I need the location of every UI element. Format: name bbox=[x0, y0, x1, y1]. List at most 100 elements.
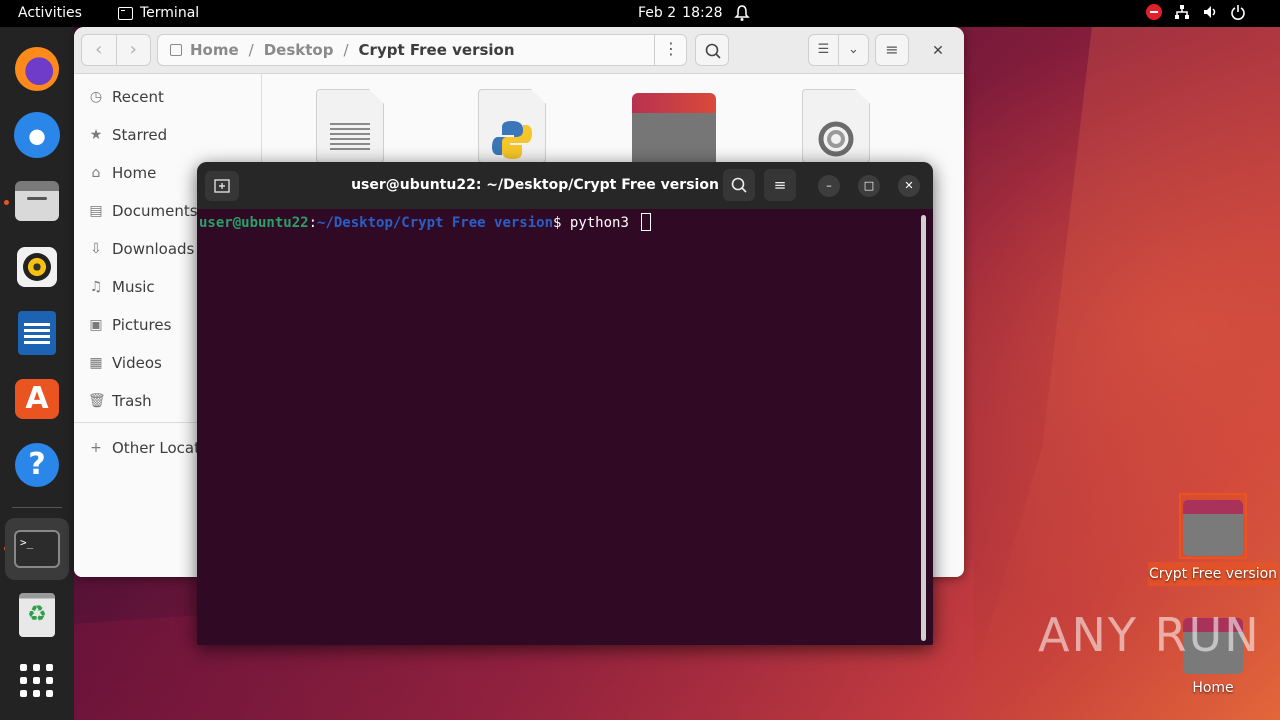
file-item-json[interactable] bbox=[802, 89, 870, 163]
home-icon: ⌂ bbox=[91, 165, 101, 181]
close-button[interactable]: ✕ bbox=[926, 39, 950, 63]
file-item-folder[interactable] bbox=[632, 93, 716, 169]
app-name: Terminal bbox=[140, 5, 200, 21]
path-segment-home[interactable]: Home bbox=[190, 41, 239, 59]
files-icon bbox=[15, 181, 59, 221]
trash-icon: 🗑 bbox=[88, 393, 106, 409]
download-icon: ⇩ bbox=[90, 241, 102, 257]
sidebar-item-other-locations[interactable]: + Other Locat bbox=[88, 433, 200, 463]
prompt-path: ~/Desktop/Crypt Free version bbox=[317, 215, 554, 231]
file-item-python[interactable] bbox=[478, 89, 546, 163]
home-icon bbox=[170, 44, 182, 56]
do-not-disturb-icon[interactable] bbox=[1146, 4, 1162, 20]
typed-command: python3 bbox=[569, 215, 638, 231]
path-segment-current[interactable]: Crypt Free version bbox=[359, 41, 515, 59]
sidebar-item-label: Videos bbox=[112, 354, 162, 372]
network-icon[interactable] bbox=[1174, 4, 1190, 20]
view-options-button[interactable]: ⌄ bbox=[838, 35, 868, 65]
path-segment-desktop[interactable]: Desktop bbox=[264, 41, 334, 59]
sidebar-item-trash[interactable]: 🗑 Trash bbox=[88, 386, 152, 416]
sidebar-item-home[interactable]: ⌂ Home bbox=[88, 158, 157, 188]
app-center-icon: A bbox=[15, 379, 59, 419]
forward-button[interactable]: › bbox=[115, 35, 151, 65]
back-button[interactable]: ‹ bbox=[82, 35, 116, 65]
terminal-icon bbox=[118, 6, 133, 20]
dock: A ? >_ ♻ bbox=[0, 27, 74, 720]
running-indicator bbox=[4, 200, 9, 205]
power-icon[interactable] bbox=[1230, 4, 1246, 20]
desktop-icon-crypt-folder[interactable]: Crypt Free version bbox=[1148, 500, 1278, 586]
terminal-menu-button[interactable]: ≡ bbox=[764, 169, 796, 201]
new-tab-icon bbox=[214, 179, 230, 193]
terminal-output[interactable]: user@ubuntu22:~/Desktop/Crypt Free versi… bbox=[199, 209, 919, 645]
notification-bell-icon[interactable] bbox=[734, 4, 750, 22]
close-button[interactable]: ✕ bbox=[898, 175, 920, 197]
sidebar-item-label: Downloads bbox=[112, 240, 195, 258]
dock-help[interactable]: ? bbox=[12, 440, 62, 490]
dock-files[interactable] bbox=[12, 176, 62, 226]
clock[interactable]: Feb 2 18:28 bbox=[638, 5, 723, 21]
sidebar-item-recent[interactable]: ◷ Recent bbox=[88, 82, 164, 112]
system-tray[interactable] bbox=[1146, 4, 1246, 20]
terminal-headerbar: user@ubuntu22: ~/Desktop/Crypt Free vers… bbox=[197, 162, 933, 209]
dock-rhythmbox[interactable] bbox=[12, 242, 62, 292]
terminal-search-button[interactable] bbox=[723, 169, 755, 201]
desktop-icon-label: Crypt Free version bbox=[1148, 562, 1278, 586]
search-button[interactable] bbox=[695, 34, 729, 66]
sidebar-item-label: Recent bbox=[112, 88, 164, 106]
sidebar-item-pictures[interactable]: ▣ Pictures bbox=[88, 310, 171, 340]
text-lines bbox=[330, 123, 370, 153]
sidebar-item-label: Starred bbox=[112, 126, 168, 144]
sidebar-item-label: Other Locat bbox=[112, 439, 200, 457]
dock-terminal[interactable]: >_ bbox=[5, 518, 69, 580]
new-tab-button[interactable] bbox=[205, 171, 239, 201]
python-logo-icon bbox=[492, 121, 532, 159]
sidebar-item-documents[interactable]: ▤ Documents bbox=[88, 196, 198, 226]
dock-writer[interactable] bbox=[12, 308, 62, 358]
dock-app-center[interactable]: A bbox=[12, 374, 62, 424]
dock-show-apps[interactable] bbox=[12, 656, 62, 706]
activities-button[interactable]: Activities bbox=[18, 5, 82, 21]
sidebar-item-downloads[interactable]: ⇩ Downloads bbox=[88, 234, 194, 264]
file-item-text[interactable] bbox=[316, 89, 384, 163]
path-menu-button[interactable]: ⋮ bbox=[654, 34, 687, 66]
sidebar-item-videos[interactable]: ▦ Videos bbox=[88, 348, 162, 378]
trash-icon: ♻ bbox=[19, 593, 55, 637]
star-icon: ★ bbox=[89, 127, 103, 143]
prompt-user: user@ubuntu22 bbox=[199, 215, 309, 231]
firefox-icon bbox=[15, 47, 59, 91]
rhythmbox-icon bbox=[17, 247, 57, 287]
terminal-icon: >_ bbox=[14, 530, 60, 568]
list-view-button[interactable]: ☰ bbox=[809, 35, 838, 65]
sidebar-item-label: Documents bbox=[112, 202, 198, 220]
folder-icon bbox=[632, 93, 716, 169]
dock-trash[interactable]: ♻ bbox=[12, 590, 62, 640]
view-buttons: ☰ ⌄ bbox=[808, 34, 869, 66]
music-icon: ♫ bbox=[89, 279, 103, 295]
main-menu-button[interactable]: ≡ bbox=[875, 34, 909, 66]
sidebar-item-label: Home bbox=[112, 164, 157, 182]
path-separator: / bbox=[248, 41, 254, 59]
app-menu[interactable]: Terminal bbox=[118, 5, 199, 21]
terminal-scrollbar[interactable] bbox=[921, 215, 926, 641]
clock-icon: ◷ bbox=[89, 89, 103, 105]
maximize-button[interactable]: □ bbox=[858, 175, 880, 197]
prompt-colon: : bbox=[308, 215, 318, 231]
path-separator: / bbox=[343, 41, 349, 59]
plus-icon: + bbox=[90, 440, 102, 456]
sidebar-item-music[interactable]: ♫ Music bbox=[88, 272, 155, 302]
video-icon: ▦ bbox=[89, 355, 103, 371]
document-icon: ▤ bbox=[89, 203, 103, 219]
volume-icon[interactable] bbox=[1202, 4, 1218, 20]
sidebar-item-label: Trash bbox=[112, 392, 152, 410]
sidebar-item-starred[interactable]: ★ Starred bbox=[88, 120, 167, 150]
help-icon: ? bbox=[15, 443, 59, 487]
dock-thunderbird[interactable] bbox=[12, 110, 62, 160]
minimize-button[interactable]: – bbox=[818, 175, 840, 197]
terminal-window: user@ubuntu22: ~/Desktop/Crypt Free vers… bbox=[197, 162, 933, 645]
dock-separator bbox=[12, 507, 62, 508]
json-logo-icon bbox=[818, 121, 854, 157]
dock-firefox[interactable] bbox=[12, 44, 62, 94]
text-cursor bbox=[641, 213, 652, 231]
sidebar-item-label: Pictures bbox=[112, 316, 172, 334]
